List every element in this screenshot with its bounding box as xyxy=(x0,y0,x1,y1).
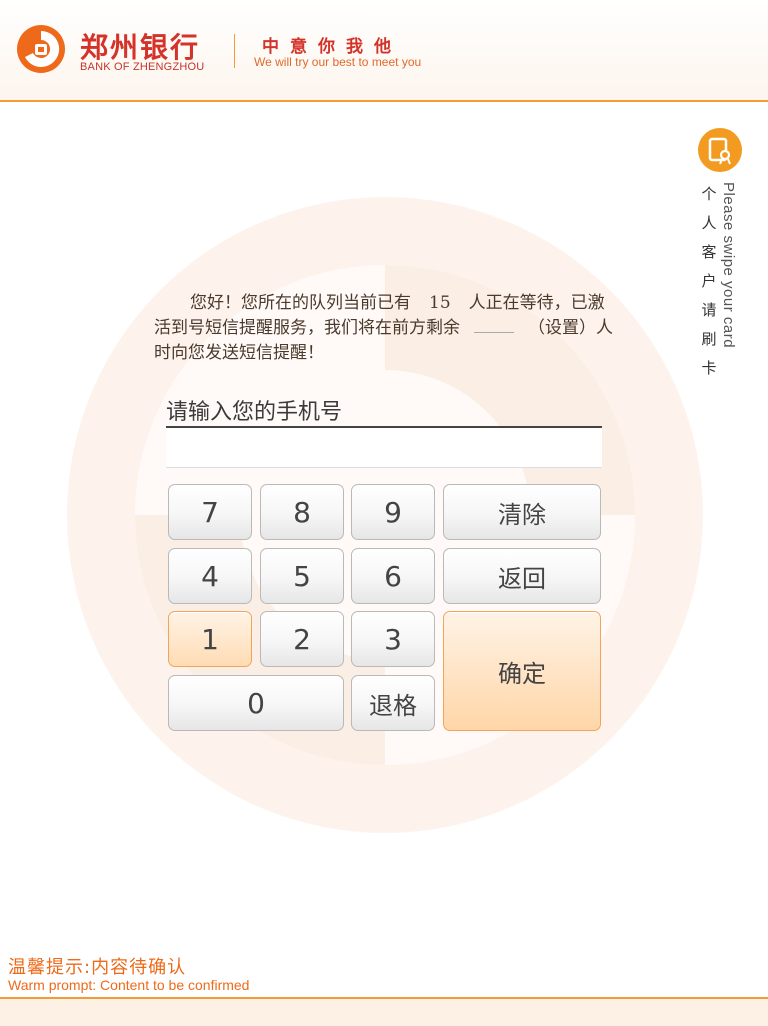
key-5[interactable]: 5 xyxy=(260,548,344,604)
key-1[interactable]: 1 xyxy=(168,611,252,667)
header-divider xyxy=(234,34,235,68)
backspace-button[interactable]: 退格 xyxy=(351,675,435,731)
swipe-card-label-cn: 个 人 客 户 请 刷 卡 xyxy=(701,185,717,377)
key-7[interactable]: 7 xyxy=(168,484,252,540)
key-4[interactable]: 4 xyxy=(168,548,252,604)
phone-input[interactable] xyxy=(166,426,602,468)
clear-button[interactable]: 清除 xyxy=(443,484,601,540)
key-2[interactable]: 2 xyxy=(260,611,344,667)
key-3[interactable]: 3 xyxy=(351,611,435,667)
key-0[interactable]: 0 xyxy=(168,675,344,731)
slogan-cn: 中意你我他 xyxy=(262,37,402,57)
remaining-count-field[interactable] xyxy=(474,318,514,333)
swipe-card-label-en: Please swipe your card xyxy=(720,182,737,349)
warm-prompt-cn: 温馨提示:内容待确认 xyxy=(8,957,187,978)
key-9[interactable]: 9 xyxy=(351,484,435,540)
warm-prompt-en: Warm prompt: Content to be confirmed xyxy=(8,977,250,993)
back-button[interactable]: 返回 xyxy=(443,548,601,604)
slogan-en: We will try our best to meet you xyxy=(254,55,422,69)
message-text-1: 您好！您所在的队列当前已有 xyxy=(190,293,411,313)
bank-name-en: BANK OF ZHENGZHOU xyxy=(80,61,205,73)
queue-count: 15 xyxy=(429,293,451,313)
card-swipe-icon xyxy=(698,128,742,172)
footer-bar xyxy=(0,997,768,1026)
bank-logo-icon xyxy=(17,25,65,73)
bank-name-cn: 郑州银行 xyxy=(80,31,201,64)
confirm-button[interactable]: 确定 xyxy=(443,611,601,731)
key-6[interactable]: 6 xyxy=(351,548,435,604)
key-8[interactable]: 8 xyxy=(260,484,344,540)
header-bar: 郑州银行 BANK OF ZHENGZHOU 中意你我他 We will try… xyxy=(0,0,768,102)
queue-message: 您好！您所在的队列当前已有 15 人正在等待，已激活到号短信提醒服务，我们将在前方剩… xyxy=(154,291,616,366)
phone-input-label: 请输入您的手机号 xyxy=(166,400,343,425)
